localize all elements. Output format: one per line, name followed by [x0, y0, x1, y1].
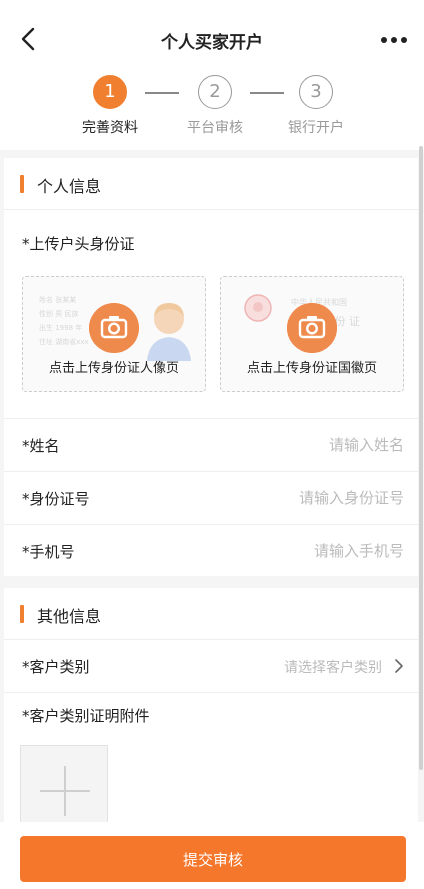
sample-text: 性别 男 民族 [39, 310, 79, 318]
upload-caption: 点击上传身份证人像页 [48, 361, 179, 376]
customer-type-row[interactable]: *客户类别 请选择客户类别 [4, 640, 418, 693]
sample-text: 姓名 张某某 [39, 296, 77, 304]
footer-bar: 提交审核 [0, 822, 424, 889]
attachment-area: *客户类别证明附件 [4, 693, 418, 835]
step-connector [145, 92, 179, 94]
sample-text: 住址 湖南省xxx [39, 338, 89, 346]
camera-icon [287, 303, 337, 353]
step-number: 3 [299, 75, 333, 109]
personal-info-section: 个人信息 *上传户头身份证 姓名 张某某 性别 男 民族 出生 1998 年 住… [4, 158, 418, 576]
field-label: *手机号 [22, 543, 75, 561]
field-label: *身份证号 [22, 490, 90, 508]
other-info-section: 其他信息 *客户类别 请选择客户类别 *客户类别证明附件 [4, 588, 418, 835]
step-label: 平台审核 [187, 120, 243, 136]
progress-steps: 1 完善资料 2 平台审核 3 银行开户 [0, 75, 424, 145]
submit-review-button[interactable]: 提交审核 [20, 836, 406, 882]
name-row: *姓名 [4, 419, 418, 472]
name-input[interactable] [204, 433, 404, 457]
field-label: *客户类别 [22, 658, 90, 676]
scrollbar[interactable] [419, 146, 423, 770]
step-number: 1 [93, 75, 127, 109]
upload-caption: 点击上传身份证国徽页 [246, 361, 377, 376]
id-number-input[interactable] [204, 486, 404, 510]
section-header: 个人信息 [4, 158, 418, 210]
step-complete-info: 1 完善资料 [70, 75, 150, 137]
national-emblem-icon [244, 294, 272, 322]
section-title: 个人信息 [37, 177, 102, 196]
portrait-placeholder-icon [147, 303, 191, 361]
chevron-right-icon [395, 659, 403, 673]
top-nav: 个人买家开户 1 完善资料 2 平台审核 3 银行开户 [0, 0, 424, 150]
step-bank-account: 3 银行开户 [276, 75, 356, 137]
customer-type-select[interactable]: 请选择客户类别 [284, 657, 382, 677]
phone-row: *手机号 [4, 525, 418, 578]
field-label: *姓名 [22, 437, 60, 455]
page-title: 个人买家开户 [161, 33, 263, 53]
step-label: 完善资料 [82, 120, 138, 136]
step-label: 银行开户 [288, 120, 344, 136]
sample-text: 出生 1998 年 [39, 324, 83, 332]
id-back-upload[interactable]: 中华人民共和国 居 民 身 份 证 点击上传身份证国徽页 [220, 276, 404, 392]
id-front-upload[interactable]: 姓名 张某某 性别 男 民族 出生 1998 年 住址 湖南省xxx 点击上传身… [22, 276, 206, 392]
camera-icon [89, 303, 139, 353]
phone-input[interactable] [204, 539, 404, 563]
step-platform-review: 2 平台审核 [175, 75, 255, 137]
more-options-icon[interactable] [380, 30, 408, 50]
step-number: 2 [198, 75, 232, 109]
section-header: 其他信息 [4, 588, 418, 640]
section-title: 其他信息 [37, 607, 102, 626]
section-marker [20, 175, 24, 193]
section-marker [20, 605, 24, 623]
attachment-label: *客户类别证明附件 [22, 707, 150, 725]
form-rows: *姓名 *身份证号 *手机号 [4, 418, 418, 578]
id-number-row: *身份证号 [4, 472, 418, 525]
upload-id-label: *上传户头身份证 [22, 235, 135, 253]
